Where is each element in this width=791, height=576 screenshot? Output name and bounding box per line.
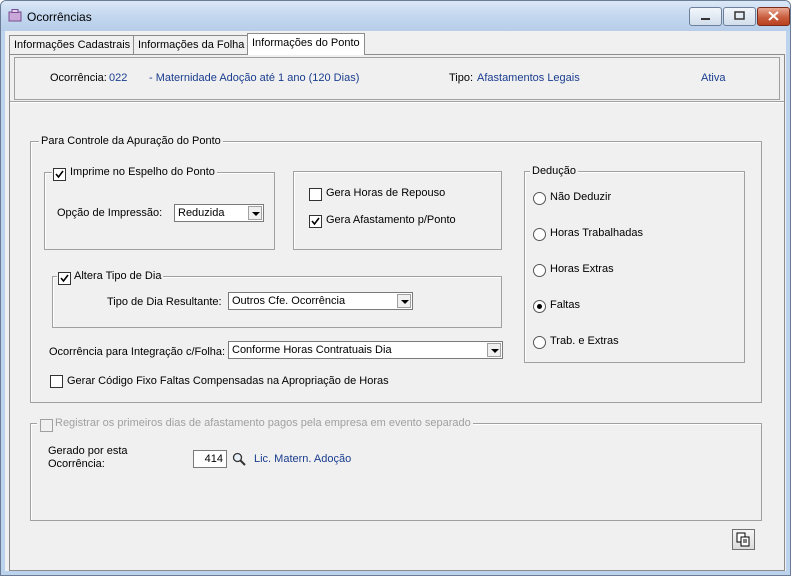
evento-description: Lic. Matern. Adoção bbox=[254, 453, 352, 465]
radio-faltas[interactable] bbox=[533, 300, 546, 313]
controle-group-title: Para Controle da Apuração do Ponto bbox=[39, 135, 223, 147]
radio-horas-extras[interactable] bbox=[533, 264, 546, 277]
imprime-label: Imprime no Espelho do Ponto bbox=[52, 166, 217, 178]
radio-horas-trabalhadas[interactable] bbox=[533, 228, 546, 241]
tab-informacoes-da-folha[interactable]: Informações da Folha bbox=[133, 35, 250, 55]
altera-checkbox[interactable] bbox=[58, 272, 71, 285]
tipo-dia-select[interactable]: Outros Cfe. Ocorrência bbox=[228, 292, 413, 310]
gera-repouso-label: Gera Horas de Repouso bbox=[326, 187, 446, 199]
gera-group bbox=[293, 171, 502, 250]
gerado-label-line1: Gerado por esta bbox=[48, 445, 128, 457]
gerado-label-line2: Ocorrência: bbox=[48, 458, 105, 470]
check-icon bbox=[311, 217, 320, 226]
tab-informacoes-do-ponto[interactable]: Informações do Ponto bbox=[247, 33, 365, 55]
chevron-down-icon[interactable] bbox=[397, 294, 411, 308]
deducao-title: Dedução bbox=[530, 165, 579, 177]
tipo-label: Tipo: bbox=[449, 72, 474, 84]
minimize-icon bbox=[701, 18, 710, 20]
gera-repouso-checkbox[interactable] bbox=[309, 188, 322, 201]
ocorrencia-code: 022 bbox=[109, 72, 128, 84]
tipo-value: Afastamentos Legais bbox=[477, 72, 580, 84]
gera-afastamento-label: Gera Afastamento p/Ponto bbox=[326, 214, 456, 226]
close-button[interactable] bbox=[757, 7, 790, 26]
maximize-button[interactable] bbox=[723, 7, 756, 26]
radio-trab-extras-label: Trab. e Extras bbox=[550, 335, 619, 347]
radio-nao-deduzir[interactable] bbox=[533, 192, 546, 205]
title-bar[interactable]: Ocorrências bbox=[1, 1, 790, 31]
app-icon bbox=[8, 9, 22, 22]
copy-button[interactable] bbox=[732, 529, 755, 550]
opcao-impressao-label: Opção de Impressão: bbox=[57, 207, 163, 219]
client-area: Informações Cadastrais Informações da Fo… bbox=[5, 31, 786, 571]
integracao-label: Ocorrência para Integração c/Folha: bbox=[49, 346, 226, 358]
check-icon bbox=[60, 274, 69, 283]
radio-horas-trabalhadas-label: Horas Trabalhadas bbox=[550, 227, 643, 239]
integracao-select[interactable]: Conforme Horas Contratuais Dia bbox=[228, 341, 503, 359]
tab-informacoes-cadastrais[interactable]: Informações Cadastrais bbox=[9, 35, 136, 55]
minimize-button[interactable] bbox=[689, 7, 722, 26]
registrar-checkbox[interactable] bbox=[40, 419, 53, 432]
gerar-codigo-checkbox[interactable] bbox=[50, 375, 63, 388]
chevron-down-icon[interactable] bbox=[248, 206, 262, 220]
radio-nao-deduzir-label: Não Deduzir bbox=[550, 191, 612, 203]
opcao-impressao-value: Reduzida bbox=[178, 207, 225, 219]
chevron-down-icon[interactable] bbox=[487, 343, 501, 357]
radio-horas-extras-label: Horas Extras bbox=[550, 263, 614, 275]
window: Ocorrências Informações Cadastrais Infor… bbox=[0, 0, 791, 576]
gera-afastamento-checkbox[interactable] bbox=[309, 215, 322, 228]
tipo-dia-label: Tipo de Dia Resultante: bbox=[107, 296, 222, 308]
tipo-dia-value: Outros Cfe. Ocorrência bbox=[232, 295, 346, 307]
copy-icon bbox=[736, 532, 750, 547]
occurrence-header: Ocorrência: 022 - Maternidade Adoção até… bbox=[14, 57, 780, 100]
check-icon bbox=[55, 170, 64, 179]
gerar-codigo-label: Gerar Código Fixo Faltas Compensadas na … bbox=[67, 375, 389, 387]
integracao-value: Conforme Horas Contratuais Dia bbox=[232, 344, 392, 356]
radio-trab-extras[interactable] bbox=[533, 336, 546, 349]
ocorrencia-description: - Maternidade Adoção até 1 ano (120 Dias… bbox=[149, 72, 360, 84]
evento-code-input[interactable]: 414 bbox=[193, 450, 227, 468]
altera-label: Altera Tipo de Dia bbox=[57, 270, 164, 282]
opcao-impressao-select[interactable]: Reduzida bbox=[174, 204, 264, 222]
divider bbox=[10, 101, 784, 103]
radio-faltas-label: Faltas bbox=[550, 299, 580, 311]
registrar-label: Registrar os primeiros dias de afastamen… bbox=[37, 417, 473, 429]
imprime-checkbox[interactable] bbox=[53, 168, 66, 181]
status-text: Ativa bbox=[701, 72, 726, 84]
tab-panel: Ocorrência: 022 - Maternidade Adoção até… bbox=[9, 54, 785, 571]
window-title: Ocorrências bbox=[27, 10, 92, 24]
radio-dot-icon bbox=[537, 304, 542, 309]
registrar-group bbox=[30, 423, 762, 521]
maximize-icon bbox=[734, 11, 745, 20]
search-icon[interactable] bbox=[232, 452, 246, 466]
close-icon bbox=[768, 11, 779, 21]
ocorrencia-label: Ocorrência: bbox=[50, 72, 107, 84]
